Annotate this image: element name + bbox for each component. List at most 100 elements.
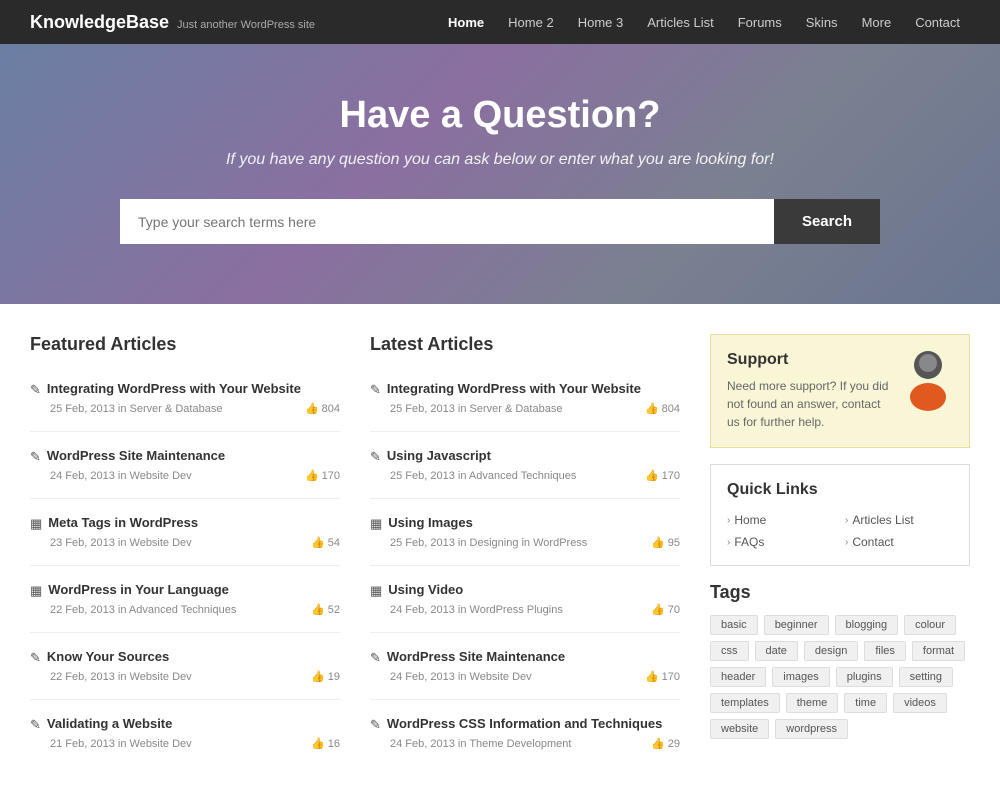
tag-item[interactable]: date bbox=[755, 641, 798, 661]
article-category-link[interactable]: WordPress Plugins bbox=[470, 604, 563, 616]
list-item: ▦ Using Images 25 Feb, 2013 in Designing… bbox=[370, 515, 680, 566]
article-category-link[interactable]: Website Dev bbox=[130, 671, 192, 683]
article-title[interactable]: Using Images bbox=[388, 515, 680, 530]
article-meta: 25 Feb, 2013 in Designing in WordPress 👍… bbox=[390, 536, 680, 549]
site-logo[interactable]: KnowledgeBase bbox=[30, 12, 169, 33]
like-icon: 👍 bbox=[645, 469, 659, 482]
list-item: ✎ WordPress Site Maintenance 24 Feb, 201… bbox=[30, 448, 340, 499]
list-item: ✎ Validating a Website 21 Feb, 2013 in W… bbox=[30, 716, 340, 766]
article-category-link[interactable]: Website Dev bbox=[470, 671, 532, 683]
article-type-icon: ✎ bbox=[30, 449, 41, 465]
article-type-icon: ✎ bbox=[30, 717, 41, 733]
article-title[interactable]: Know Your Sources bbox=[47, 649, 340, 664]
like-icon: 👍 bbox=[311, 670, 325, 683]
article-category-link[interactable]: Server & Database bbox=[470, 403, 563, 415]
article-category-link[interactable]: Advanced Techniques bbox=[469, 470, 576, 482]
tag-item[interactable]: plugins bbox=[836, 667, 893, 687]
article-type-icon: ✎ bbox=[30, 650, 41, 666]
support-text: Need more support? If you did not found … bbox=[727, 377, 889, 431]
main-nav: HomeHome 2Home 3Articles ListForumsSkins… bbox=[438, 11, 970, 34]
nav-item-contact[interactable]: Contact bbox=[905, 11, 970, 34]
article-date-category: 25 Feb, 2013 in Server & Database bbox=[390, 403, 562, 415]
article-category-link[interactable]: Website Dev bbox=[130, 470, 192, 482]
article-meta: 24 Feb, 2013 in Website Dev 👍 170 bbox=[390, 670, 680, 683]
tag-item[interactable]: website bbox=[710, 719, 769, 739]
article-meta: 21 Feb, 2013 in Website Dev 👍 16 bbox=[50, 737, 340, 750]
article-title[interactable]: WordPress Site Maintenance bbox=[47, 448, 340, 463]
article-type-icon: ✎ bbox=[370, 717, 381, 733]
article-type-icon: ▦ bbox=[370, 583, 382, 599]
search-button[interactable]: Search bbox=[774, 199, 880, 244]
tag-item[interactable]: css bbox=[710, 641, 749, 661]
tag-item[interactable]: header bbox=[710, 667, 766, 687]
quicklink-label: FAQs bbox=[734, 535, 764, 549]
tag-item[interactable]: format bbox=[912, 641, 965, 661]
tag-item[interactable]: beginner bbox=[764, 615, 829, 635]
list-item: ✎ Using Javascript 25 Feb, 2013 in Advan… bbox=[370, 448, 680, 499]
nav-item-articles-list[interactable]: Articles List bbox=[637, 11, 723, 34]
article-type-icon: ✎ bbox=[370, 650, 381, 666]
article-title[interactable]: WordPress in Your Language bbox=[48, 582, 340, 597]
article-meta: 25 Feb, 2013 in Server & Database 👍 804 bbox=[390, 402, 680, 415]
article-category-link[interactable]: Theme Development bbox=[469, 738, 571, 750]
article-likes: 👍 170 bbox=[305, 469, 340, 482]
tag-item[interactable]: templates bbox=[710, 693, 780, 713]
nav-item-home[interactable]: Home bbox=[438, 11, 494, 34]
tags-section: Tags basicbeginnerbloggingcolourcssdated… bbox=[710, 582, 970, 739]
tag-item[interactable]: images bbox=[772, 667, 829, 687]
nav-item-home-3[interactable]: Home 3 bbox=[568, 11, 634, 34]
quicklink-item[interactable]: ›Contact bbox=[845, 535, 953, 549]
article-date-category: 24 Feb, 2013 in Website Dev bbox=[50, 470, 192, 482]
article-meta: 25 Feb, 2013 in Advanced Techniques 👍 17… bbox=[390, 469, 680, 482]
article-likes: 👍 70 bbox=[651, 603, 680, 616]
tag-item[interactable]: setting bbox=[899, 667, 953, 687]
article-category-link[interactable]: Designing in WordPress bbox=[470, 537, 588, 549]
chevron-right-icon: › bbox=[845, 537, 848, 548]
article-date-category: 23 Feb, 2013 in Website Dev bbox=[50, 537, 192, 549]
tag-item[interactable]: videos bbox=[893, 693, 947, 713]
like-icon: 👍 bbox=[651, 737, 665, 750]
article-meta: 25 Feb, 2013 in Server & Database 👍 804 bbox=[50, 402, 340, 415]
article-title[interactable]: WordPress Site Maintenance bbox=[387, 649, 680, 664]
support-box: Support Need more support? If you did no… bbox=[710, 334, 970, 448]
tag-item[interactable]: wordpress bbox=[775, 719, 848, 739]
chevron-right-icon: › bbox=[727, 515, 730, 526]
article-category-link[interactable]: Server & Database bbox=[130, 403, 223, 415]
support-avatar bbox=[903, 351, 953, 401]
article-title[interactable]: Validating a Website bbox=[47, 716, 340, 731]
tag-item[interactable]: colour bbox=[904, 615, 956, 635]
tag-item[interactable]: blogging bbox=[835, 615, 899, 635]
search-input[interactable] bbox=[120, 199, 774, 244]
tag-item[interactable]: time bbox=[844, 693, 887, 713]
tag-item[interactable]: design bbox=[804, 641, 858, 661]
nav-item-forums[interactable]: Forums bbox=[728, 11, 792, 34]
quicklink-item[interactable]: ›FAQs bbox=[727, 535, 835, 549]
nav-item-skins[interactable]: Skins bbox=[796, 11, 848, 34]
article-title[interactable]: WordPress CSS Information and Techniques bbox=[387, 716, 680, 731]
hero-title: Have a Question? bbox=[20, 94, 980, 137]
tag-item[interactable]: theme bbox=[786, 693, 839, 713]
nav-item-more[interactable]: More bbox=[852, 11, 902, 34]
quicklinks-box: Quick Links ›Home›Articles List›FAQs›Con… bbox=[710, 464, 970, 566]
like-icon: 👍 bbox=[311, 603, 325, 616]
featured-list: ✎ Integrating WordPress with Your Websit… bbox=[30, 381, 340, 766]
article-title[interactable]: Meta Tags in WordPress bbox=[48, 515, 340, 530]
article-category-link[interactable]: Website Dev bbox=[130, 537, 192, 549]
search-bar: Search bbox=[120, 199, 880, 244]
article-category-link[interactable]: Website Dev bbox=[130, 738, 192, 750]
article-type-icon: ✎ bbox=[370, 449, 381, 465]
tag-item[interactable]: basic bbox=[710, 615, 758, 635]
article-category-link[interactable]: Advanced Techniques bbox=[129, 604, 236, 616]
article-likes: 👍 170 bbox=[645, 469, 680, 482]
article-likes: 👍 54 bbox=[311, 536, 340, 549]
tag-item[interactable]: files bbox=[864, 641, 906, 661]
quicklink-item[interactable]: ›Home bbox=[727, 513, 835, 527]
article-title[interactable]: Using Javascript bbox=[387, 448, 680, 463]
quicklink-item[interactable]: ›Articles List bbox=[845, 513, 953, 527]
nav-item-home-2[interactable]: Home 2 bbox=[498, 11, 564, 34]
like-icon: 👍 bbox=[311, 737, 325, 750]
article-type-icon: ▦ bbox=[370, 516, 382, 532]
article-title[interactable]: Integrating WordPress with Your Website bbox=[47, 381, 340, 396]
article-title[interactable]: Integrating WordPress with Your Website bbox=[387, 381, 680, 396]
article-title[interactable]: Using Video bbox=[388, 582, 680, 597]
